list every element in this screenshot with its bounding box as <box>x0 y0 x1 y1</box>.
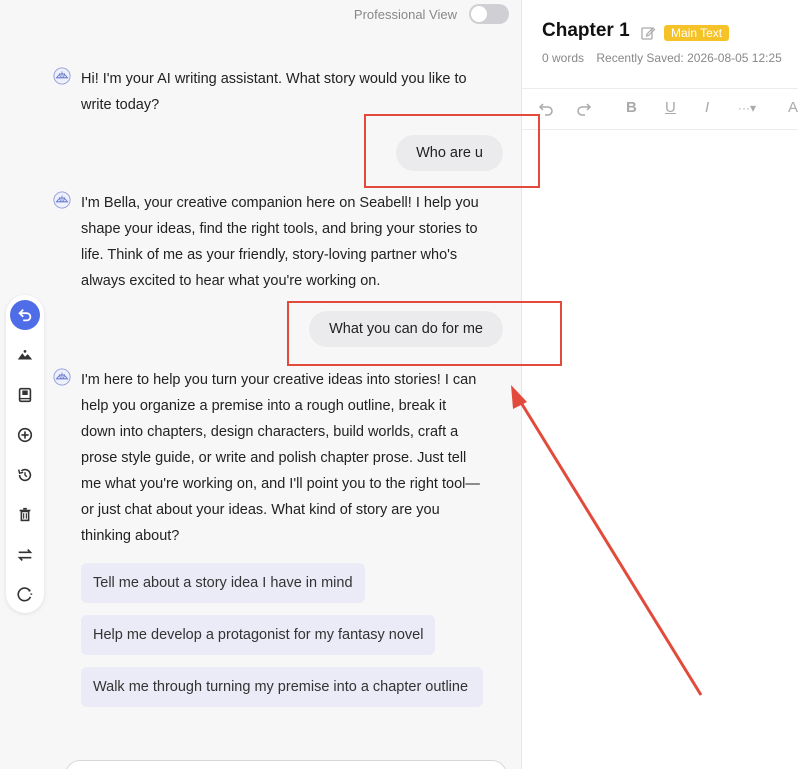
suggestion-chip[interactable]: Help me develop a protagonist for my fan… <box>81 615 436 655</box>
editor-body[interactable] <box>522 130 798 769</box>
undo-arrow-icon[interactable] <box>10 300 40 330</box>
annotation-box <box>287 301 562 366</box>
italic-button[interactable]: I <box>705 99 709 116</box>
trash-icon[interactable] <box>10 500 40 530</box>
redo-icon[interactable] <box>576 101 592 117</box>
editor-panel: Chapter 1 Main Text 0 words Recently Sav… <box>522 0 798 769</box>
edit-icon[interactable] <box>640 25 656 41</box>
theme-icon[interactable] <box>10 580 40 610</box>
tool-rail <box>6 295 44 613</box>
assistant-shell-icon <box>53 191 71 209</box>
chapter-meta: 0 words Recently Saved: 2026-08-05 12:25 <box>542 51 791 65</box>
add-circle-icon[interactable] <box>10 420 40 450</box>
professional-view-label: Professional View <box>353 6 457 22</box>
ai-message-text: Hi! I'm your AI writing assistant. What … <box>81 71 467 113</box>
ai-message: I'm here to help you turn your creative … <box>53 367 483 549</box>
professional-view-toggle[interactable] <box>469 4 509 24</box>
book-icon[interactable] <box>10 380 40 410</box>
assistant-shell-icon <box>53 368 71 386</box>
ai-message: I'm Bella, your creative companion here … <box>53 190 483 294</box>
landscape-icon[interactable] <box>10 340 40 370</box>
saved-status: Recently Saved: 2026-08-05 12:25 <box>596 51 782 65</box>
bold-button[interactable]: B <box>626 99 637 116</box>
underline-button[interactable]: U <box>665 99 676 116</box>
history-icon[interactable] <box>10 460 40 490</box>
ai-message: Hi! I'm your AI writing assistant. What … <box>53 66 483 118</box>
swap-icon[interactable] <box>10 540 40 570</box>
main-text-badge: Main Text <box>664 25 730 41</box>
suggestion-chip[interactable]: Walk me through turning my premise into … <box>81 667 483 707</box>
chapter-title[interactable]: Chapter 1 <box>542 20 630 42</box>
word-count: 0 words <box>542 51 585 65</box>
professional-view-control: Professional View <box>354 4 509 24</box>
more-options-button[interactable]: ···▾ <box>738 101 756 115</box>
annotation-box <box>364 114 540 188</box>
suggestion-chip[interactable]: Tell me about a story idea I have in min… <box>81 563 365 603</box>
ai-message-text: I'm Bella, your creative companion here … <box>81 195 479 289</box>
assistant-shell-icon <box>53 67 71 85</box>
editor-toolbar: B U I ···▾ A <box>522 88 798 130</box>
chat-input[interactable] <box>65 760 507 769</box>
ai-message-text: I'm here to help you turn your creative … <box>81 372 480 544</box>
undo-icon[interactable] <box>538 101 554 117</box>
text-format-button[interactable]: A <box>788 99 798 116</box>
